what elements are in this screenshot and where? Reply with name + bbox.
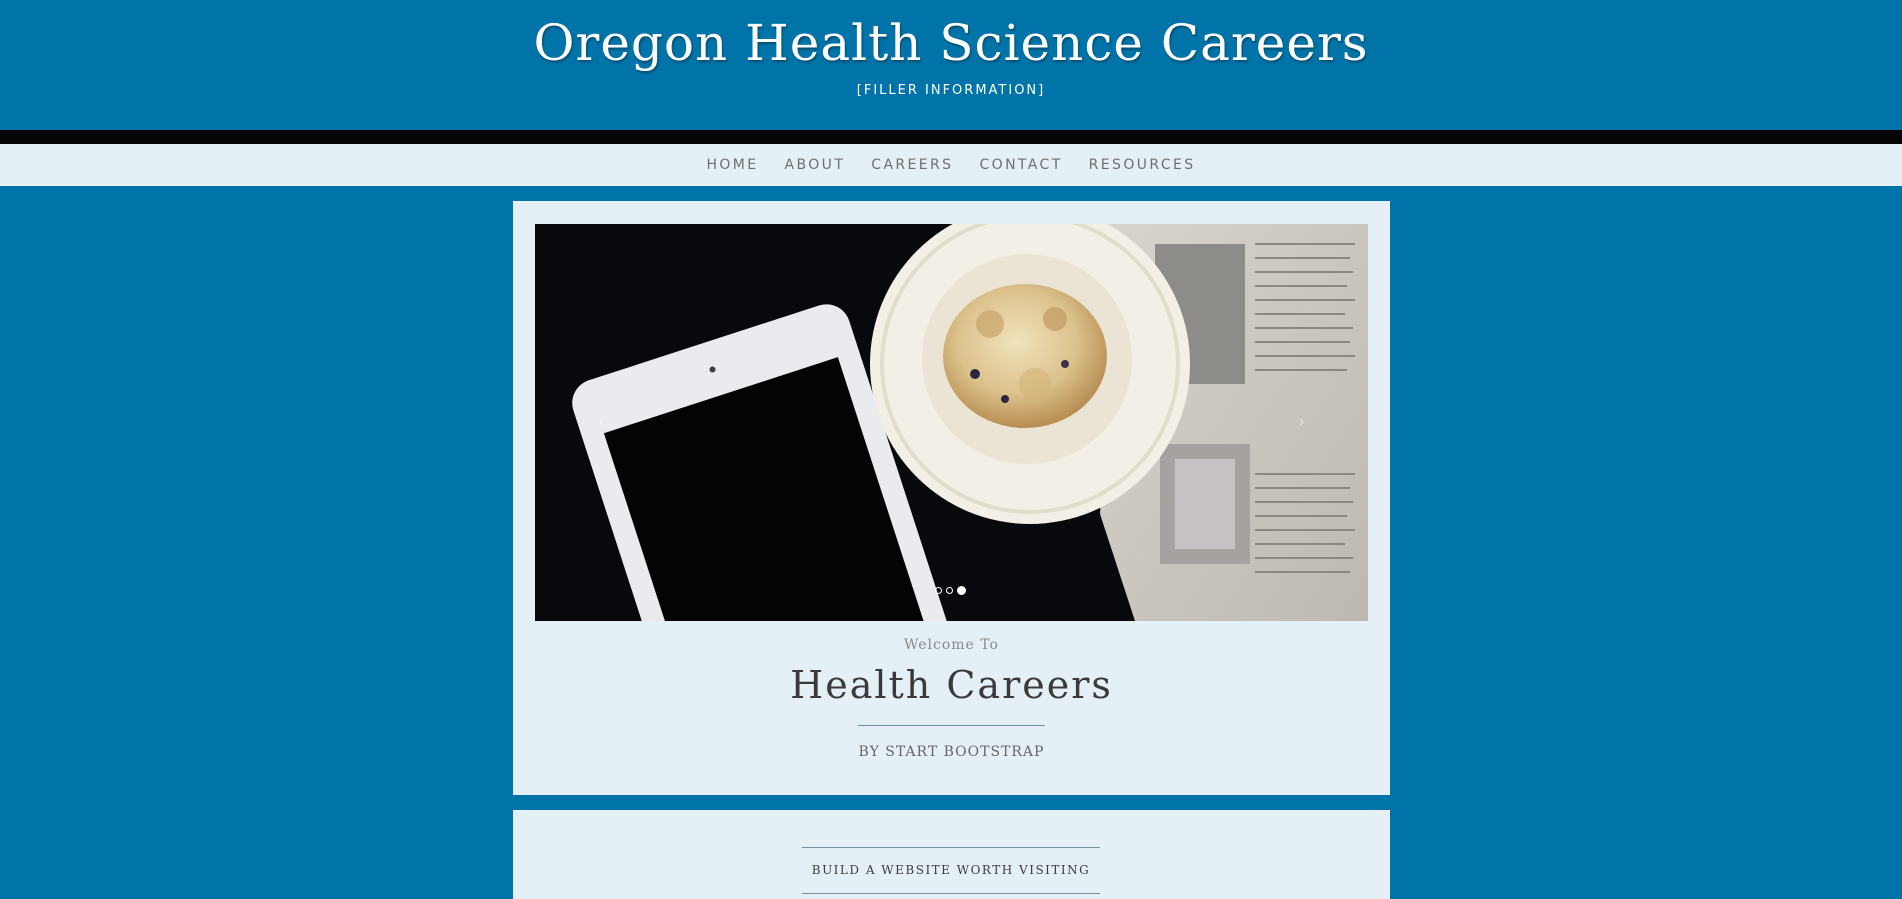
chevron-left-icon[interactable]: ‹	[598, 412, 604, 431]
intro-card: ‹ › Welcome To Health Careers BY START B…	[513, 201, 1390, 795]
carousel-indicator-1[interactable]	[935, 587, 942, 594]
nav-item-resources[interactable]: RESOURCES	[1089, 157, 1196, 173]
welcome-text: Welcome To	[904, 637, 999, 653]
nav-item-home[interactable]: HOME	[706, 157, 758, 173]
main-nav: HOME ABOUT CAREERS CONTACT RESOURCES	[0, 144, 1902, 186]
nav-item-contact[interactable]: CONTACT	[979, 157, 1062, 173]
nav-item-about[interactable]: ABOUT	[785, 157, 846, 173]
chevron-right-icon[interactable]: ›	[1299, 412, 1305, 431]
site-subtitle: [FILLER INFORMATION]	[856, 83, 1046, 98]
carousel-slide-image	[535, 224, 1368, 621]
title-divider	[858, 725, 1045, 726]
carousel-indicator-2[interactable]	[946, 587, 953, 594]
nav-items: HOME ABOUT CAREERS CONTACT RESOURCES	[706, 157, 1195, 173]
hero-title: Health Careers	[790, 663, 1113, 707]
site-title: Oregon Health Science Careers	[533, 14, 1369, 72]
nav-item-careers[interactable]: CAREERS	[871, 157, 953, 173]
carousel-indicators	[935, 586, 966, 595]
image-carousel[interactable]: ‹ ›	[535, 224, 1368, 621]
site-header: Oregon Health Science Careers [FILLER IN…	[0, 0, 1902, 130]
content-card: BUILD A WEBSITE WORTH VISITING	[513, 810, 1390, 899]
section-heading: BUILD A WEBSITE WORTH VISITING	[802, 847, 1100, 894]
carousel-indicator-3[interactable]	[957, 586, 966, 595]
header-divider-band	[0, 130, 1902, 144]
byline: BY START BOOTSTRAP	[858, 744, 1045, 760]
